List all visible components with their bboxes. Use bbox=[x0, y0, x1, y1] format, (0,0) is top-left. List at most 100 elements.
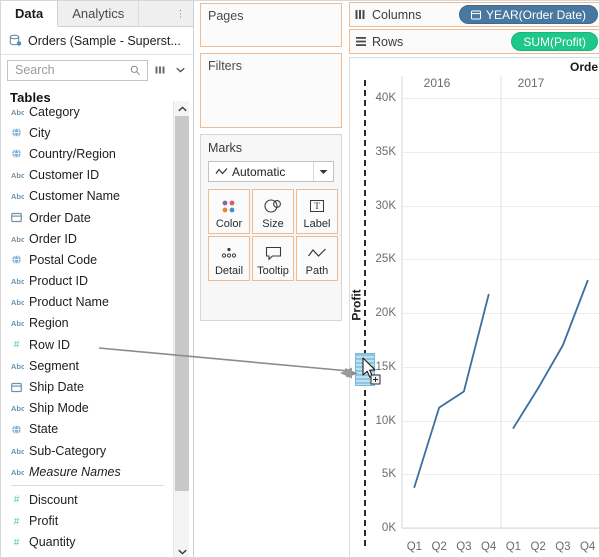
rows-axis-drop-target[interactable] bbox=[355, 353, 375, 386]
abc-icon: Abc bbox=[11, 403, 28, 413]
line-mark-icon bbox=[215, 167, 228, 176]
globe-icon bbox=[11, 254, 28, 265]
field-label: Row ID bbox=[29, 337, 70, 352]
field-item[interactable]: Abc Sub-Category bbox=[1, 440, 173, 461]
scrollbar-track[interactable] bbox=[174, 116, 190, 544]
marks-label-label: Label bbox=[303, 218, 331, 230]
pill-sum-profit-label: SUM(Profit) bbox=[523, 34, 586, 49]
field-label: Ship Mode bbox=[29, 401, 89, 416]
abc-icon: Abc bbox=[11, 170, 28, 180]
field-item[interactable]: Abc Order ID bbox=[1, 228, 173, 249]
field-label: Postal Code bbox=[29, 252, 98, 267]
svg-text:Abc: Abc bbox=[11, 277, 24, 286]
svg-text:Abc: Abc bbox=[11, 404, 24, 413]
field-label: Country/Region bbox=[29, 146, 116, 161]
svg-text:Abc: Abc bbox=[11, 171, 24, 180]
calendar-icon bbox=[11, 382, 28, 393]
line-series-2016 bbox=[413, 293, 490, 489]
search-row: Search bbox=[1, 55, 193, 85]
field-item[interactable]: Abc Region bbox=[1, 313, 173, 334]
filters-shelf[interactable]: Filters bbox=[200, 53, 342, 128]
field-item[interactable]: Abc Product ID bbox=[1, 271, 173, 292]
number-icon: # bbox=[11, 339, 28, 350]
field-item[interactable]: Abc Segment bbox=[1, 355, 173, 376]
shelf-column: Pages Filters Marks Automatic Color Size… bbox=[197, 1, 345, 557]
scroll-down-chevron-down-icon[interactable] bbox=[174, 544, 190, 557]
tab-overflow-icon[interactable]: ⋮ bbox=[176, 9, 185, 18]
datasource-label: Orders (Sample - Superst... bbox=[28, 33, 181, 48]
field-item[interactable]: Abc Category bbox=[1, 101, 173, 122]
svg-text:Abc: Abc bbox=[11, 447, 24, 456]
marks-path-button[interactable]: Path bbox=[296, 236, 338, 281]
svg-text:#: # bbox=[14, 340, 20, 350]
marks-size-label: Size bbox=[262, 218, 284, 230]
field-item[interactable]: City bbox=[1, 122, 173, 143]
tabstrip-filler: ⋮ bbox=[139, 1, 193, 26]
marks-detail-button[interactable]: Detail bbox=[208, 236, 250, 281]
pill-year-order-date[interactable]: YEAR(Order Date) bbox=[458, 5, 598, 24]
field-label: Sub-Category bbox=[29, 443, 107, 458]
marks-size-button[interactable]: Size bbox=[252, 189, 294, 234]
field-item[interactable]: Abc Customer Name bbox=[1, 186, 173, 207]
field-item[interactable]: Country/Region bbox=[1, 143, 173, 164]
tab-analytics-label: Analytics bbox=[72, 6, 125, 21]
field-item[interactable]: #Sales bbox=[1, 553, 173, 558]
pages-shelf[interactable]: Pages bbox=[200, 3, 342, 47]
field-item[interactable]: # Row ID bbox=[1, 334, 173, 355]
data-pane: Data Analytics ⋮ Orders (Sample - Supers… bbox=[1, 1, 194, 558]
tab-analytics[interactable]: Analytics bbox=[58, 1, 140, 26]
date-pill-icon bbox=[470, 10, 481, 20]
database-icon bbox=[9, 34, 22, 47]
marks-card-title: Marks bbox=[208, 141, 243, 155]
field-item[interactable]: # Quantity bbox=[1, 532, 173, 553]
field-item[interactable]: Postal Code bbox=[1, 249, 173, 270]
abc-icon: Abc bbox=[11, 318, 28, 328]
field-item[interactable]: # Discount bbox=[1, 489, 173, 510]
field-item[interactable]: State bbox=[1, 419, 173, 440]
tab-data[interactable]: Data bbox=[1, 1, 59, 27]
field-item[interactable]: Order Date bbox=[1, 207, 173, 228]
abc-icon: Abc bbox=[11, 361, 28, 371]
field-label: Customer ID bbox=[29, 168, 100, 183]
svg-text:T: T bbox=[314, 201, 320, 211]
field-item[interactable]: # Profit bbox=[1, 511, 173, 532]
field-item[interactable]: Ship Date bbox=[1, 376, 173, 397]
marks-label-button[interactable]: T Label bbox=[296, 189, 338, 234]
calendar-icon bbox=[11, 212, 28, 223]
field-item[interactable]: Abc Customer ID bbox=[1, 165, 173, 186]
datasource-row[interactable]: Orders (Sample - Superst... bbox=[1, 27, 193, 55]
marks-tooltip-button[interactable]: Tooltip bbox=[252, 236, 294, 281]
marks-buttons-grid: Color Size T Label Detail Tooltip Path bbox=[208, 189, 341, 281]
dimensions-measures-divider bbox=[11, 485, 164, 487]
tooltip-bubble-icon bbox=[265, 243, 282, 263]
marks-color-button[interactable]: Color bbox=[208, 189, 250, 234]
abc-icon: Abc bbox=[11, 446, 28, 456]
field-label: Quantity bbox=[29, 535, 76, 550]
field-item[interactable]: Abc Measure Names bbox=[1, 461, 173, 482]
field-list-scrollbar[interactable] bbox=[173, 101, 190, 557]
mark-type-chevron-down-icon[interactable] bbox=[313, 162, 333, 181]
field-label: Category bbox=[29, 104, 80, 119]
label-t-icon: T bbox=[309, 196, 325, 216]
viz-pane: Columns YEAR(Order Date) Rows SUM(Profit… bbox=[348, 1, 599, 557]
grid-view-icon[interactable] bbox=[152, 61, 168, 80]
pill-sum-profit[interactable]: SUM(Profit) bbox=[511, 32, 598, 51]
columns-shelf[interactable]: Columns YEAR(Order Date) bbox=[349, 2, 599, 27]
search-input[interactable]: Search bbox=[7, 59, 148, 81]
globe-icon bbox=[11, 148, 28, 159]
scrollbar-thumb[interactable] bbox=[175, 116, 189, 491]
search-icon bbox=[127, 61, 143, 80]
pane-tabstrip: Data Analytics ⋮ bbox=[1, 1, 193, 27]
mark-type-dropdown[interactable]: Automatic bbox=[208, 161, 334, 182]
field-label: Segment bbox=[29, 358, 80, 373]
abc-icon: Abc bbox=[11, 276, 28, 286]
number-icon: # bbox=[11, 516, 28, 526]
abc-icon: Abc bbox=[11, 467, 28, 477]
rows-shelf[interactable]: Rows SUM(Profit) bbox=[349, 29, 599, 54]
search-options-chevron-down-icon[interactable] bbox=[172, 61, 188, 80]
field-item[interactable]: Abc Ship Mode bbox=[1, 398, 173, 419]
mark-type-value: Automatic bbox=[232, 164, 286, 179]
scroll-up-chevron-up-icon[interactable] bbox=[174, 101, 190, 116]
marks-tooltip-label: Tooltip bbox=[257, 265, 289, 277]
field-item[interactable]: Abc Product Name bbox=[1, 292, 173, 313]
